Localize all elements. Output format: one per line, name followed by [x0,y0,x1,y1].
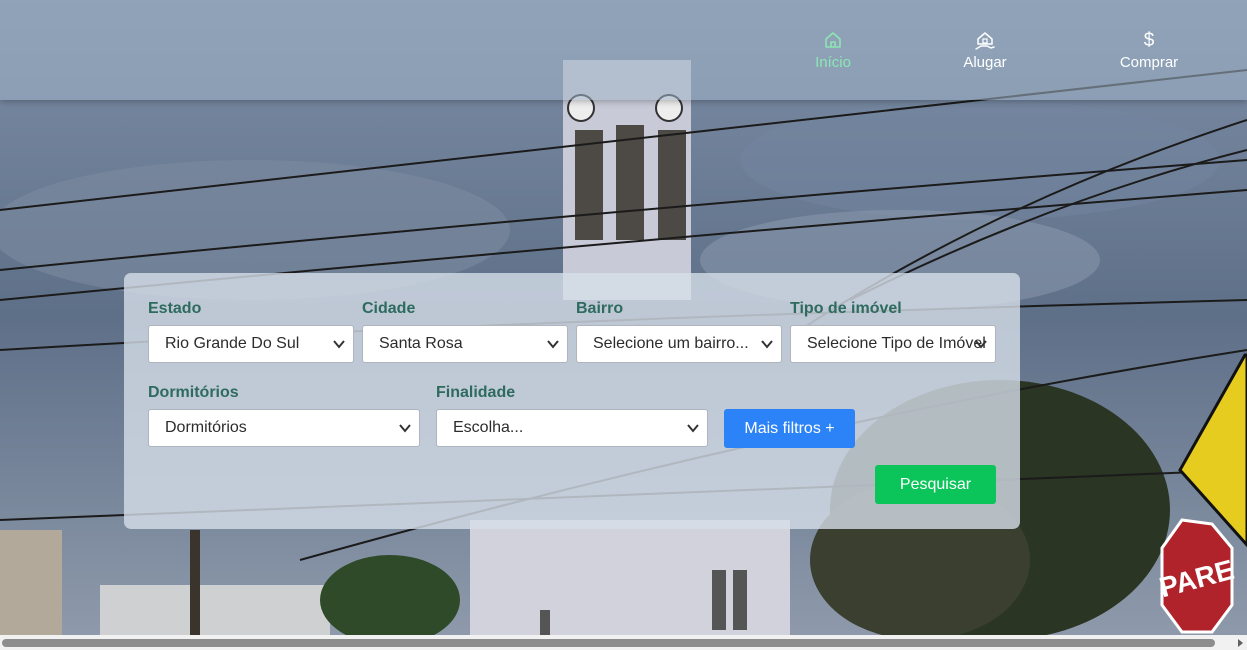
estado-value: Rio Grande Do Sul [165,335,300,352]
search-panel: Estado Rio Grande Do Sul Cidade Santa Ro… [124,273,1020,529]
bairro-value: Selecione um bairro... [593,335,749,352]
cidade-label: Cidade [362,300,416,317]
chevron-down-icon [975,340,987,349]
chevron-down-icon [761,340,773,349]
dormitorios-select[interactable]: Dormitórios [148,409,420,447]
scroll-right-arrow-icon[interactable] [1238,639,1243,647]
bairro-select[interactable]: Selecione um bairro... [576,325,782,363]
nav-alugar[interactable]: Alugar [930,30,1040,71]
nav-comprar-label: Comprar [1119,54,1179,71]
finalidade-select[interactable]: Escolha... [436,409,708,447]
cidade-value: Santa Rosa [379,335,463,352]
chevron-down-icon [547,340,559,349]
nav-inicio[interactable]: Início [778,30,888,71]
dollar-icon: $ [1143,30,1155,51]
search-button[interactable]: Pesquisar [875,465,996,504]
tipo-imovel-value: Selecione Tipo de Imóvel [807,335,986,352]
rent-house-hand-icon [930,30,1040,52]
dormitorios-label: Dormitórios [148,384,239,401]
tipo-imovel-select[interactable]: Selecione Tipo de Imóvel [790,325,996,363]
bairro-label: Bairro [576,300,624,317]
more-filters-button[interactable]: Mais filtros + [724,409,855,448]
nav-inicio-label: Início [815,54,851,71]
nav-alugar-label: Alugar [963,54,1007,71]
nav-comprar[interactable]: $ Comprar [1094,30,1204,71]
scrollbar-thumb[interactable] [2,639,1215,647]
horizontal-scrollbar[interactable] [0,635,1247,650]
finalidade-label: Finalidade [436,384,516,401]
home-icon [778,30,888,52]
tipo-imovel-label: Tipo de imóvel [790,300,902,317]
dormitorios-value: Dormitórios [165,419,247,436]
cidade-select[interactable]: Santa Rosa [362,325,568,363]
estado-select[interactable]: Rio Grande Do Sul [148,325,354,363]
chevron-down-icon [687,424,699,433]
chevron-down-icon [333,340,345,349]
finalidade-value: Escolha... [453,419,524,436]
top-navbar: Início Alugar $ Comprar [0,0,1247,100]
estado-label: Estado [148,300,202,317]
chevron-down-icon [399,424,411,433]
